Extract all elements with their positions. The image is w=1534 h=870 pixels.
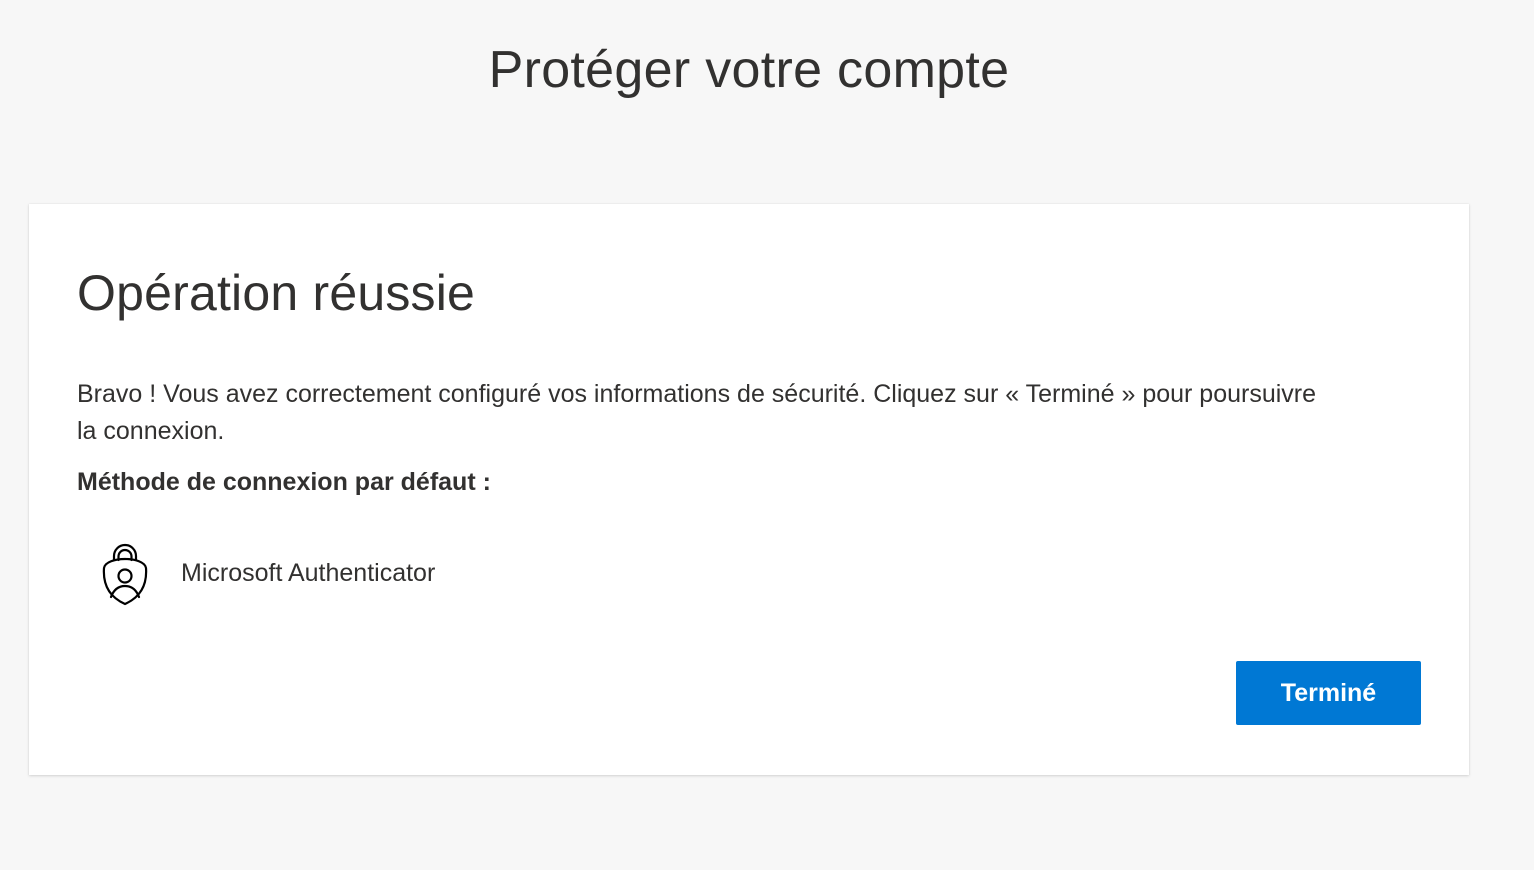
done-button[interactable]: Terminé	[1236, 661, 1421, 725]
default-method-row: Microsoft Authenticator	[99, 540, 435, 606]
card-title: Opération réussie	[77, 265, 476, 321]
authenticator-lock-icon	[99, 540, 151, 606]
success-card: Opération réussie Bravo ! Vous avez corr…	[29, 204, 1469, 775]
success-message: Bravo ! Vous avez correctement configuré…	[77, 380, 1317, 445]
default-method-label: Microsoft Authenticator	[181, 558, 436, 587]
default-method-heading: Méthode de connexion par défaut :	[77, 468, 491, 496]
page-title: Protéger votre compte	[488, 41, 1010, 99]
